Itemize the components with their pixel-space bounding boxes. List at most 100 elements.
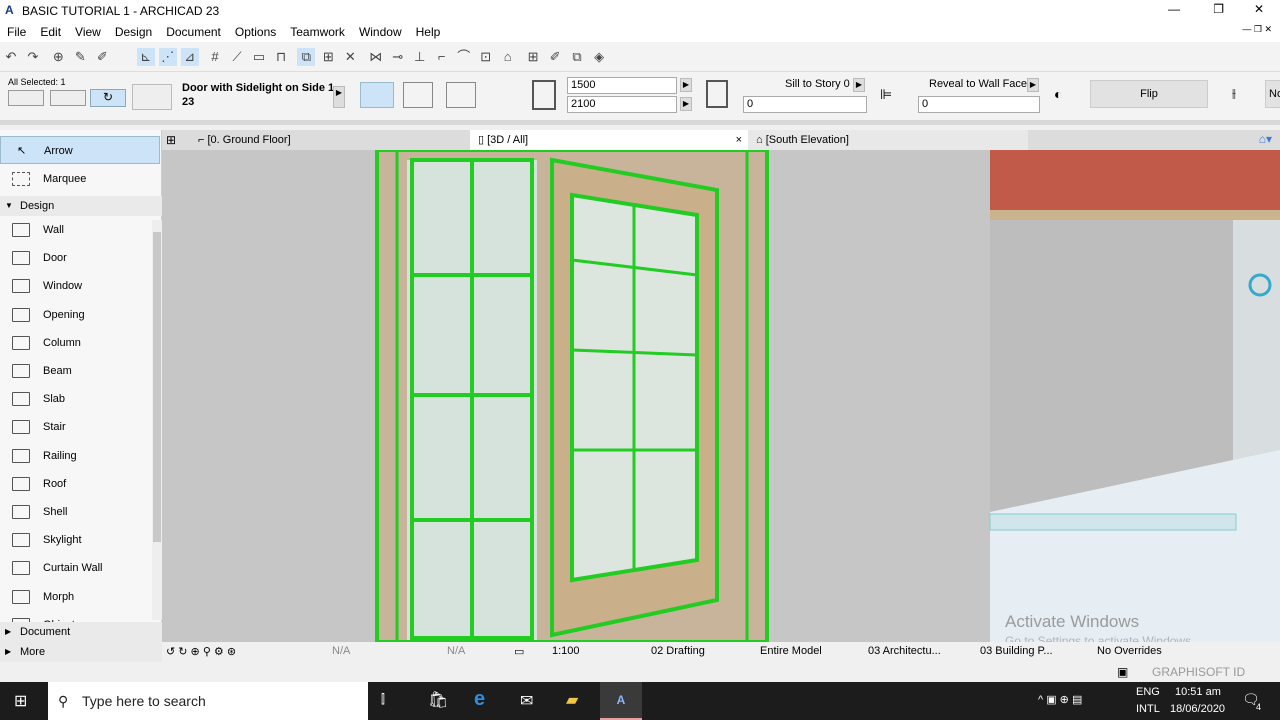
mail-icon[interactable]: ✉ [520,691,533,711]
tool-roof[interactable]: Roof [0,470,152,498]
design-section-header[interactable]: ▼ Design [0,196,162,216]
cut-option-button[interactable]: No [1265,80,1280,108]
render-icon[interactable]: ◈ [590,48,608,66]
view-options-icon[interactable]: ⌂▾ [1259,132,1272,146]
menu-file[interactable]: File [0,22,33,42]
document-section-header[interactable]: ▶ Document [0,622,162,642]
marquee-select-icon[interactable] [50,90,86,106]
tab-ground-floor[interactable]: ⌐ [0. Ground Floor] [190,130,470,150]
menu-edit[interactable]: Edit [33,22,68,42]
tool-curtain-wall[interactable]: Curtain Wall [0,554,152,582]
language-2[interactable]: INTL [1136,703,1160,715]
intersect-icon[interactable]: ⌐ [433,48,451,66]
clock-date[interactable]: 18/06/2020 [1170,703,1225,715]
rotate-icon[interactable]: ↻ [90,89,126,107]
grid-icon[interactable]: # [206,48,224,66]
tool-opening[interactable]: Opening [0,301,152,329]
element-select-icon[interactable] [8,90,44,106]
more-section-header[interactable]: ▶ More [0,642,162,662]
file-explorer-icon[interactable]: ▰ [566,690,578,710]
tool-beam[interactable]: Beam [0,357,152,385]
door-name-arrow[interactable]: ▶ [333,86,345,108]
menu-document[interactable]: Document [159,22,228,42]
sill-label[interactable]: Sill to Story 0 [785,78,850,90]
tray-icons[interactable]: ^ ▣ ⊕ ▤ [1038,693,1082,706]
edge-icon[interactable]: e [474,688,485,711]
offset-icon[interactable]: ⊡ [477,48,495,66]
brush-icon[interactable]: ✐ [546,48,564,66]
flip-button[interactable]: Flip [1090,80,1208,108]
tool-skylight[interactable]: Skylight [0,526,152,554]
toolbox-scrollbar[interactable] [152,220,162,620]
window-icon[interactable]: ▣ [1117,665,1128,679]
infobox-scrollbar[interactable] [0,120,1280,125]
door-settings-button[interactable] [132,84,172,110]
archicad-taskbar-icon[interactable]: A [600,682,642,720]
tool-slab[interactable]: Slab [0,385,152,413]
anchor-center-icon[interactable] [403,82,433,108]
tool-wall[interactable]: Wall [0,216,152,244]
reveal-input[interactable]: 0 [918,96,1040,113]
scale-dropdown[interactable]: 1:100 [552,645,580,657]
3d-viewport[interactable]: Activate Windows Go to Settings to activ… [162,150,1280,642]
tool-stair[interactable]: Stair [0,413,152,441]
restore-button[interactable]: ❐ [1213,2,1224,16]
menu-window[interactable]: Window [352,22,409,42]
windows-start-icon[interactable]: ⊞ [14,691,27,711]
menu-options[interactable]: Options [228,22,283,42]
pick-up-icon[interactable]: ✎ [71,48,89,66]
zoom-controls-icon[interactable]: ↺ ↻ ⊕ ⚲ ⚙ ⊛ [166,645,236,658]
menu-view[interactable]: View [68,22,108,42]
tool-column[interactable]: Column [0,329,152,357]
anchor-left-icon[interactable] [360,82,394,108]
tool-railing[interactable]: Railing [0,442,152,470]
elevate-icon[interactable]: ⊥ [411,48,429,66]
task-view-icon[interactable]: ⫿ [381,692,385,707]
inject-icon[interactable]: ✐ [93,48,111,66]
fillet-icon[interactable]: ⌒ [455,48,473,66]
menu-design[interactable]: Design [108,22,159,42]
snap-icon[interactable]: ⊿ [180,48,199,66]
taskbar-search[interactable]: ⚲ Type here to search [48,682,368,720]
width-arrow[interactable]: ▶ [680,78,692,92]
guide-lines-icon[interactable]: ⋰ [158,48,177,66]
home-icon[interactable]: ⌂ [499,48,517,66]
redo-icon[interactable]: ↷ [24,48,42,66]
sill-arrow[interactable]: ▶ [853,78,865,92]
navigator-icon[interactable]: ⊞ [166,133,176,147]
language-1[interactable]: ENG [1136,686,1160,698]
tool-door[interactable]: Door [0,244,152,272]
height-arrow[interactable]: ▶ [680,97,692,111]
graphisoft-id-button[interactable]: GRAPHISOFT ID [1152,665,1245,679]
tool-shell[interactable]: Shell [0,498,152,526]
tool-morph[interactable]: Morph [0,583,152,611]
split-icon[interactable]: ⋈ [367,48,385,66]
reveal-label[interactable]: Reveal to Wall Face [929,78,1027,90]
minimize-button[interactable]: — [1168,2,1180,16]
lock-icon[interactable]: ⊓ [272,48,290,66]
layers-icon[interactable]: ▭ [250,48,268,66]
clock-time[interactable]: 10:51 am [1175,686,1221,698]
store-icon[interactable]: 🛍 [428,690,448,710]
close-button[interactable]: ✕ [1254,2,1264,16]
menu-teamwork[interactable]: Teamwork [283,22,352,42]
mvo-dropdown[interactable]: 03 Building P... [980,645,1053,657]
suspend-icon[interactable]: ⊞ [319,48,337,66]
find-select-icon[interactable]: ⊕ [49,48,67,66]
height-input[interactable]: 2100 [567,96,677,113]
tool-marquee[interactable]: Marquee [0,165,152,193]
gravity-icon[interactable]: ⊾ [136,48,155,66]
model-view-dropdown[interactable]: Entire Model [760,645,822,657]
tool-arrow[interactable]: ↖ Arrow [0,136,160,164]
overrides-dropdown[interactable]: No Overrides [1097,645,1162,657]
tab-3d-all[interactable]: ▯ [3D / All] × [470,130,748,150]
group-icon[interactable]: ⧉ [297,48,316,66]
copy-icon[interactable]: ⧉ [568,48,586,66]
adjust-icon[interactable]: ⊸ [389,48,407,66]
ruler-icon[interactable]: ⟋ [228,48,246,66]
close-tab-icon[interactable]: × [736,130,742,150]
anchor-right-icon[interactable] [446,82,476,108]
width-input[interactable]: 1500 [567,77,677,94]
menu-help[interactable]: Help [409,22,448,42]
tab-south-elevation[interactable]: ⌂ [South Elevation] [748,130,1028,150]
